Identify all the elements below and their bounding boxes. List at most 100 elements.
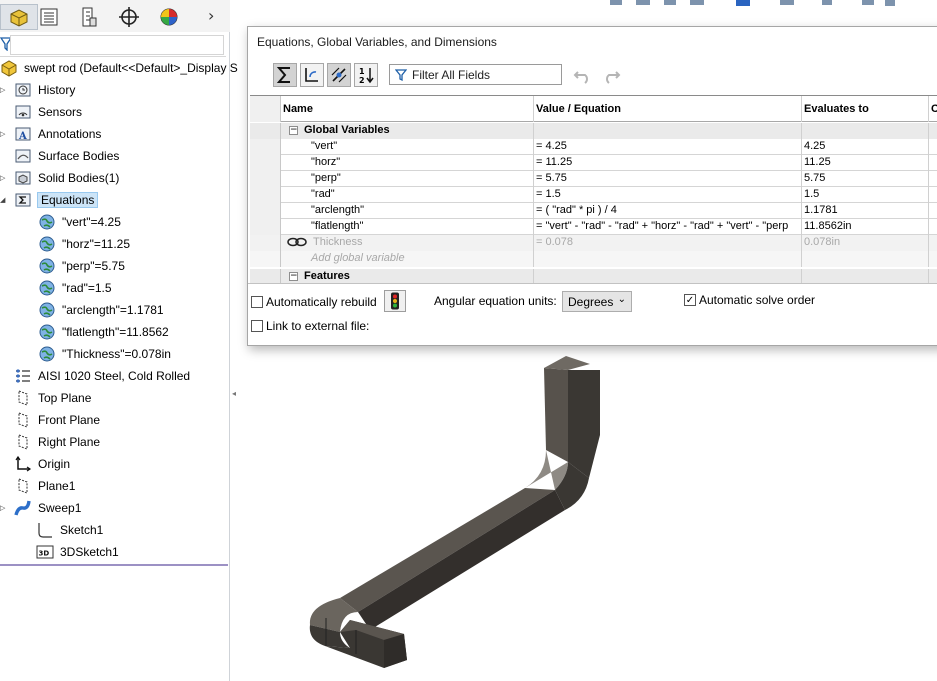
- tree-item[interactable]: Surface Bodies: [14, 146, 120, 166]
- tab-dimxpert-manager[interactable]: [110, 4, 148, 30]
- variable-value-cell[interactable]: = 5.75: [534, 171, 802, 187]
- tree-item[interactable]: Front Plane: [14, 410, 101, 430]
- swept-rod-model[interactable]: [300, 350, 620, 680]
- tree-item[interactable]: "vert"=4.25: [38, 212, 122, 232]
- tree-item[interactable]: Equations: [14, 190, 99, 210]
- variable-evaluates-cell[interactable]: 5.75: [802, 171, 929, 187]
- tree-item[interactable]: "arclength"=1.1781: [38, 300, 165, 320]
- row-header: [250, 171, 281, 187]
- column-header-comments[interactable]: C: [929, 96, 937, 122]
- link-external-checkbox[interactable]: Link to external file:: [251, 319, 369, 333]
- tree-item[interactable]: Right Plane: [14, 432, 101, 452]
- tree-item[interactable]: Top Plane: [14, 388, 92, 408]
- tree-expand-arrow-icon[interactable]: ▷: [0, 168, 8, 188]
- link-icon: [287, 237, 307, 247]
- global-variable-row[interactable]: "arclength" = ( "rad" * pi ) / 4 1.1781: [250, 203, 937, 219]
- variable-name-cell[interactable]: "arclength": [281, 203, 534, 219]
- sketch-equation-view-button[interactable]: [300, 63, 324, 87]
- tree-item[interactable]: Origin: [14, 454, 71, 474]
- undo-icon[interactable]: [572, 64, 594, 86]
- global-variable-row[interactable]: "rad" = 1.5 1.5: [250, 187, 937, 203]
- tree-item[interactable]: History: [14, 80, 76, 100]
- tree-item[interactable]: "horz"=11.25: [38, 234, 131, 254]
- ordered-view-button[interactable]: 12: [354, 63, 378, 87]
- row-header: [250, 269, 281, 283]
- column-header-value[interactable]: Value / Equation: [534, 96, 802, 122]
- tree-item[interactable]: A Annotations: [14, 124, 102, 144]
- equation-view-button[interactable]: [273, 63, 297, 87]
- section-eval-cell: [802, 269, 929, 283]
- thickness-row[interactable]: Thickness = 0.078 0.078in: [250, 235, 937, 251]
- variable-name-cell[interactable]: "rad": [281, 187, 534, 203]
- checkbox-box-checked[interactable]: ✓: [684, 294, 696, 306]
- tab-property-manager[interactable]: [30, 4, 68, 30]
- dimension-view-button[interactable]: [327, 63, 351, 87]
- variable-evaluates-cell[interactable]: 4.25: [802, 139, 929, 155]
- global-variable-row[interactable]: "vert" = 4.25 4.25: [250, 139, 937, 155]
- variable-name-cell[interactable]: "horz": [281, 155, 534, 171]
- auto-solve-order-checkbox[interactable]: ✓ Automatic solve order: [684, 293, 815, 307]
- tree-item[interactable]: Plane1: [14, 476, 76, 496]
- filter-all-fields-input[interactable]: Filter All Fields: [389, 64, 562, 85]
- global-variable-row[interactable]: "horz" = 11.25 11.25: [250, 155, 937, 171]
- tree-item[interactable]: Sweep1: [14, 498, 82, 518]
- global-variable-icon: [38, 279, 56, 297]
- plane-icon: [14, 411, 32, 429]
- tree-expand-arrow-icon[interactable]: ◢: [0, 190, 8, 210]
- section-global-label: Global Variables: [304, 124, 390, 136]
- tree-item-label: Annotations: [38, 127, 102, 141]
- global-variable-row[interactable]: "flatlength" = "vert" - "rad" - "rad" + "…: [250, 219, 937, 235]
- plane-icon: [14, 477, 32, 495]
- angular-units-select[interactable]: Degrees ⌄: [562, 291, 632, 312]
- variable-value-cell[interactable]: = 11.25: [534, 155, 802, 171]
- tree-item[interactable]: 3D 3DSketch1: [36, 542, 120, 562]
- tree-filter-input[interactable]: [10, 35, 224, 55]
- tree-item[interactable]: Solid Bodies(1): [14, 168, 120, 188]
- add-global-variable-row[interactable]: Add global variable: [250, 251, 937, 267]
- collapse-toggle-icon[interactable]: −: [289, 125, 298, 135]
- tree-item[interactable]: "perp"=5.75: [38, 256, 126, 276]
- auto-rebuild-checkbox[interactable]: Automatically rebuild: [251, 295, 377, 309]
- variable-name-cell[interactable]: "vert": [281, 139, 534, 155]
- tree-item-label: History: [38, 83, 76, 97]
- panel-splitter-handle[interactable]: ◂: [230, 378, 238, 408]
- section-global-variables[interactable]: − Global Variables: [250, 123, 937, 139]
- tab-configuration-manager[interactable]: [70, 4, 108, 30]
- tree-item[interactable]: "rad"=1.5: [38, 278, 113, 298]
- tree-item[interactable]: "Thickness"=0.078in: [38, 344, 172, 364]
- section-eval-cell: [802, 123, 929, 139]
- variable-evaluates-cell[interactable]: 1.1781: [802, 203, 929, 219]
- global-variable-row[interactable]: "perp" = 5.75 5.75: [250, 171, 937, 187]
- tree-item[interactable]: Sensors: [14, 102, 83, 122]
- variable-evaluates-cell[interactable]: 1.5: [802, 187, 929, 203]
- variable-value-cell[interactable]: = ( "rad" * pi ) / 4: [534, 203, 802, 219]
- redo-icon[interactable]: [600, 64, 622, 86]
- tree-expand-arrow-icon[interactable]: ▷: [0, 498, 8, 518]
- variable-name-cell[interactable]: "perp": [281, 171, 534, 187]
- checkbox-box[interactable]: [251, 320, 263, 332]
- collapse-toggle-icon[interactable]: −: [289, 271, 298, 281]
- chevron-right-icon[interactable]: ›: [208, 8, 224, 24]
- variable-value-cell[interactable]: = "vert" - "rad" - "rad" + "horz" - "rad…: [534, 219, 802, 235]
- section-features[interactable]: − Features: [250, 269, 937, 283]
- tree-item[interactable]: AISI 1020 Steel, Cold Rolled: [14, 366, 191, 386]
- hide-show-icon: [736, 0, 750, 6]
- add-eval-cell: [802, 251, 929, 267]
- tab-display-manager[interactable]: [150, 4, 188, 30]
- tree-rollback-bar[interactable]: [0, 564, 228, 566]
- tree-item[interactable]: "flatlength"=11.8562: [38, 322, 170, 342]
- tree-item[interactable]: Sketch1: [36, 520, 104, 540]
- checkbox-box[interactable]: [251, 296, 263, 308]
- variable-value-cell[interactable]: = 1.5: [534, 187, 802, 203]
- tree-expand-arrow-icon[interactable]: ▷: [0, 80, 8, 100]
- tree-root-part[interactable]: swept rod (Default<<Default>_Display S: [0, 58, 239, 78]
- column-header-evaluates[interactable]: Evaluates to: [802, 96, 929, 122]
- variable-name-cell[interactable]: "flatlength": [281, 219, 534, 235]
- add-global-variable-cell[interactable]: Add global variable: [281, 251, 534, 267]
- variable-evaluates-cell[interactable]: 11.25: [802, 155, 929, 171]
- rebuild-button[interactable]: [384, 290, 406, 312]
- tree-expand-arrow-icon[interactable]: ▷: [0, 124, 8, 144]
- column-header-name[interactable]: Name: [281, 96, 534, 122]
- variable-value-cell[interactable]: = 4.25: [534, 139, 802, 155]
- variable-evaluates-cell[interactable]: 11.8562in: [802, 219, 929, 235]
